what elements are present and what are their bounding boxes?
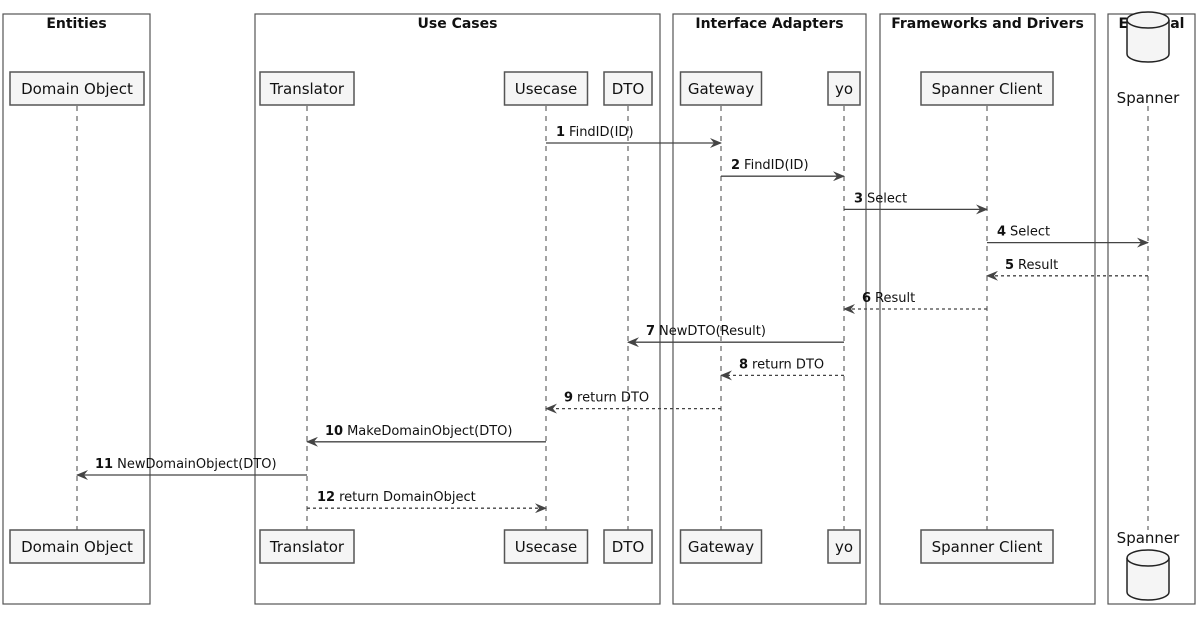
group-title: Entities xyxy=(46,16,106,32)
message-1: 1 FindID(ID) xyxy=(546,125,722,148)
message-label: 10 MakeDomainObject(DTO) xyxy=(325,424,512,439)
message-label: 7 NewDTO(Result) xyxy=(646,324,766,339)
message-label: 11 NewDomainObject(DTO) xyxy=(95,457,277,472)
group-title: Frameworks and Drivers xyxy=(891,16,1084,32)
message-label: 9 return DTO xyxy=(564,391,649,406)
message-12: 12 return DomainObject xyxy=(307,490,547,514)
participant-label: Domain Object xyxy=(21,80,133,98)
group-title: Use Cases xyxy=(418,16,498,32)
participant-label: Spanner Client xyxy=(932,538,1043,556)
participant-label: Translator xyxy=(269,538,345,556)
message-2: 2 FindID(ID) xyxy=(721,158,845,182)
participant-label: Spanner Client xyxy=(932,80,1043,98)
participant-label: Gateway xyxy=(688,538,754,556)
participant-label: yo xyxy=(835,80,853,98)
message-label: 6 Result xyxy=(862,291,915,306)
participant-label: Spanner xyxy=(1117,529,1180,547)
message-label: 1 FindID(ID) xyxy=(556,125,634,140)
message-11: 11 NewDomainObject(DTO) xyxy=(76,457,307,480)
message-label: 8 return DTO xyxy=(739,357,824,372)
database-icon xyxy=(1126,11,1170,63)
participant-label: Spanner xyxy=(1117,89,1180,107)
message-5: 5 Result xyxy=(986,258,1148,281)
group-title: Interface Adapters xyxy=(695,16,843,32)
participant-label: Translator xyxy=(269,80,345,98)
message-label: 5 Result xyxy=(1005,258,1058,273)
sequence-diagram: Entities Use Cases Interface Adapters Frame… xyxy=(2,11,1196,605)
message-9: 9 return DTO xyxy=(545,391,721,414)
participant-label: DTO xyxy=(612,80,645,98)
message-label: 4 Select xyxy=(997,225,1050,240)
message-label: 2 FindID(ID) xyxy=(731,158,809,173)
participant-label: DTO xyxy=(612,538,645,556)
message-label: 12 return DomainObject xyxy=(317,490,476,505)
participant-label: Usecase xyxy=(515,538,578,556)
message-label: 3 Select xyxy=(854,191,907,206)
participant-label: Domain Object xyxy=(21,538,133,556)
database-icon xyxy=(1126,549,1170,601)
participant-label: Usecase xyxy=(515,80,578,98)
message-4: 4 Select xyxy=(987,225,1149,248)
participant-label: Gateway xyxy=(688,80,754,98)
participant-label: yo xyxy=(835,538,853,556)
message-8: 8 return DTO xyxy=(720,357,844,381)
message-10: 10 MakeDomainObject(DTO) xyxy=(306,424,546,447)
